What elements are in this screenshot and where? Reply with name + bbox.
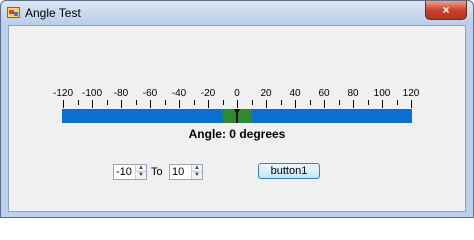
app-window-icon [7,6,21,19]
window-title: Angle Test [25,6,81,20]
to-up-arrow-icon[interactable]: ▲ [192,165,202,172]
from-up-arrow-icon[interactable]: ▲ [136,165,146,172]
to-stepper[interactable]: 10 ▲ ▼ [169,164,203,180]
to-label: To [151,166,163,178]
button1[interactable]: button1 [258,163,320,179]
from-stepper-arrows[interactable]: ▲ ▼ [135,165,146,179]
from-value[interactable]: -10 [116,166,132,178]
from-stepper[interactable]: -10 ▲ ▼ [113,164,147,180]
to-stepper-arrows[interactable]: ▲ ▼ [191,165,202,179]
to-value[interactable]: 10 [172,166,184,178]
to-down-arrow-icon[interactable]: ▼ [192,172,202,179]
close-icon: × [442,3,450,17]
from-down-arrow-icon[interactable]: ▼ [136,172,146,179]
close-button[interactable]: × [425,1,467,20]
title-bar[interactable]: Angle Test × [1,1,473,25]
app-window: Angle Test × [0,0,474,218]
client-area [8,25,466,212]
angle-readout: Angle: 0 degrees [188,127,286,141]
